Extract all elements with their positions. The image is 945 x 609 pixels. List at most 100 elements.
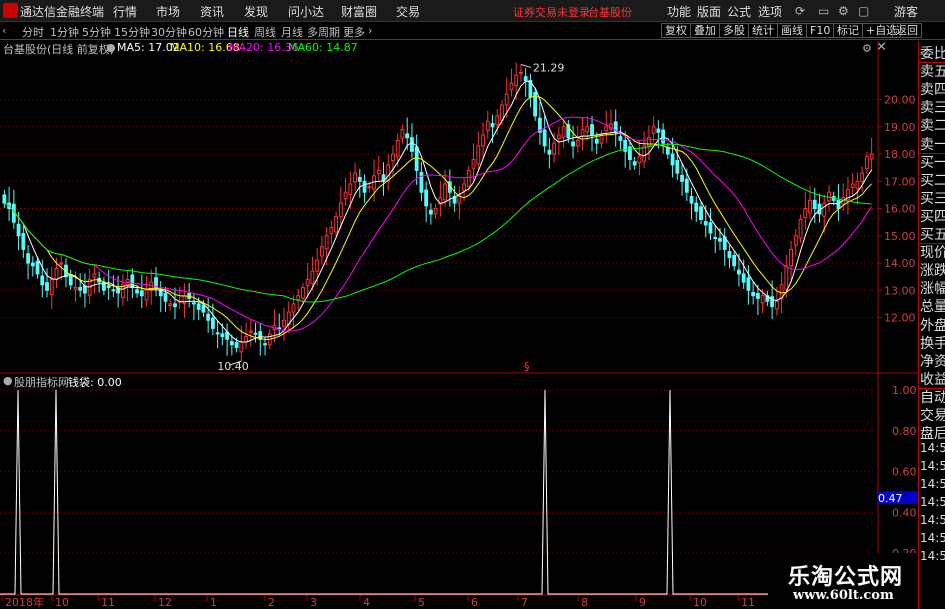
time-tick-label: 1 bbox=[210, 596, 217, 609]
candle-body bbox=[481, 134, 485, 147]
candle-body bbox=[689, 196, 694, 204]
candle-body bbox=[362, 180, 367, 193]
candle-body bbox=[111, 289, 116, 292]
candle-body bbox=[16, 223, 21, 237]
candle-body bbox=[594, 138, 599, 144]
indicator-name: 股朋指标网 bbox=[14, 376, 69, 389]
trade-time: 14:56 bbox=[920, 549, 945, 563]
side-label: 买三 bbox=[920, 190, 945, 207]
candle-body bbox=[282, 319, 286, 327]
candle-body bbox=[196, 303, 201, 310]
side-separator bbox=[919, 387, 945, 389]
indicator-value-text: 0.47 bbox=[878, 492, 903, 505]
time-tick-label: 8 bbox=[581, 596, 588, 609]
side-label: 涨幅 bbox=[920, 281, 945, 298]
side-label: 买五 bbox=[920, 227, 945, 243]
candle-body bbox=[746, 277, 751, 291]
trade-time: 14:56 bbox=[920, 531, 945, 545]
candle-body bbox=[732, 254, 737, 267]
candle-body bbox=[476, 145, 481, 165]
candle-body bbox=[315, 259, 320, 272]
candle-body bbox=[466, 169, 471, 187]
price-tick-label: 13.00 bbox=[884, 284, 916, 297]
candle-body bbox=[410, 137, 414, 152]
side-label: 卖二 bbox=[920, 118, 945, 135]
candle-body bbox=[684, 178, 689, 193]
candle-body bbox=[201, 304, 206, 313]
side-label: 卖一 bbox=[920, 136, 945, 153]
chart-canvas[interactable]: 20.00 19.00 18.00 17.00 16.00 15.00 14.00 13.00… bbox=[0, 0, 945, 609]
side-label: 卖五 bbox=[920, 64, 945, 81]
candle-body bbox=[514, 74, 519, 86]
candle-body bbox=[215, 332, 220, 335]
candle-body bbox=[248, 330, 253, 333]
ma60-line bbox=[4, 143, 872, 303]
candle-body bbox=[571, 141, 575, 147]
candle-body bbox=[139, 290, 144, 297]
candle-body bbox=[376, 169, 381, 175]
candle-body bbox=[424, 189, 429, 207]
candle-body bbox=[533, 92, 538, 117]
candle-body bbox=[665, 147, 670, 155]
candle-body bbox=[504, 93, 509, 106]
side-label: 委比 bbox=[920, 46, 945, 62]
candle-body bbox=[163, 293, 168, 302]
candle-body bbox=[793, 235, 798, 246]
candle-body bbox=[855, 180, 860, 189]
candle-body bbox=[324, 235, 329, 250]
candle-body bbox=[485, 120, 490, 132]
candle-body bbox=[329, 227, 334, 235]
candle-body bbox=[443, 183, 448, 201]
indicator-tick-label: 0.60 bbox=[892, 466, 917, 479]
candle-body bbox=[675, 160, 680, 174]
time-tick-label: 4 bbox=[363, 596, 370, 609]
side-label: 买一 bbox=[920, 154, 945, 171]
candle-body bbox=[21, 233, 26, 250]
price-tick-label: 14.00 bbox=[884, 257, 916, 270]
candle-body bbox=[561, 126, 566, 138]
side-label: 卖三 bbox=[920, 100, 945, 117]
candle-body bbox=[694, 202, 699, 212]
candle-body bbox=[229, 340, 234, 346]
candle-body bbox=[556, 134, 561, 140]
time-tick-label: 3 bbox=[310, 596, 317, 609]
watermark-url: www.60lt.com bbox=[793, 588, 894, 603]
side-label: 总量 bbox=[920, 299, 945, 316]
candle-body bbox=[741, 273, 746, 283]
ma20-line bbox=[4, 116, 873, 332]
indicator-eye-icon[interactable]: ● bbox=[3, 374, 13, 387]
trade-time: 14:56 bbox=[920, 513, 945, 527]
candle-body bbox=[367, 186, 372, 189]
candle-body bbox=[59, 262, 64, 265]
indicator-value: 钱袋: 0.00 bbox=[68, 376, 122, 389]
candle-body bbox=[206, 313, 211, 321]
candle-body bbox=[798, 218, 803, 239]
candle-body bbox=[182, 295, 187, 304]
candle-body bbox=[637, 156, 642, 164]
candle-body bbox=[144, 289, 149, 301]
candle-body bbox=[718, 238, 722, 242]
indicator-tick-label: 1.00 bbox=[892, 384, 917, 397]
candle-body bbox=[836, 199, 841, 210]
candle-body bbox=[784, 265, 789, 290]
ma10-line bbox=[4, 96, 872, 341]
candle-body bbox=[78, 287, 83, 291]
time-tick-label: 10 bbox=[55, 596, 69, 609]
candle-body bbox=[703, 221, 708, 226]
time-tick-label: 2018年 bbox=[5, 595, 44, 609]
candle-body bbox=[869, 153, 874, 160]
time-tick-label: 5 bbox=[418, 596, 425, 609]
candle-body bbox=[661, 129, 666, 144]
candle-body bbox=[490, 123, 495, 128]
candle-body bbox=[585, 126, 590, 133]
candle-body bbox=[301, 287, 305, 299]
candle-body bbox=[319, 246, 324, 257]
candle-body bbox=[30, 262, 35, 267]
candle-body bbox=[590, 124, 594, 136]
time-tick-label: 10 bbox=[693, 596, 707, 609]
candle-body bbox=[500, 104, 504, 121]
side-label: 交易 bbox=[920, 408, 945, 424]
candle-body bbox=[400, 129, 405, 139]
price-tick-label: 18.00 bbox=[884, 148, 916, 161]
candle-body bbox=[552, 142, 557, 155]
